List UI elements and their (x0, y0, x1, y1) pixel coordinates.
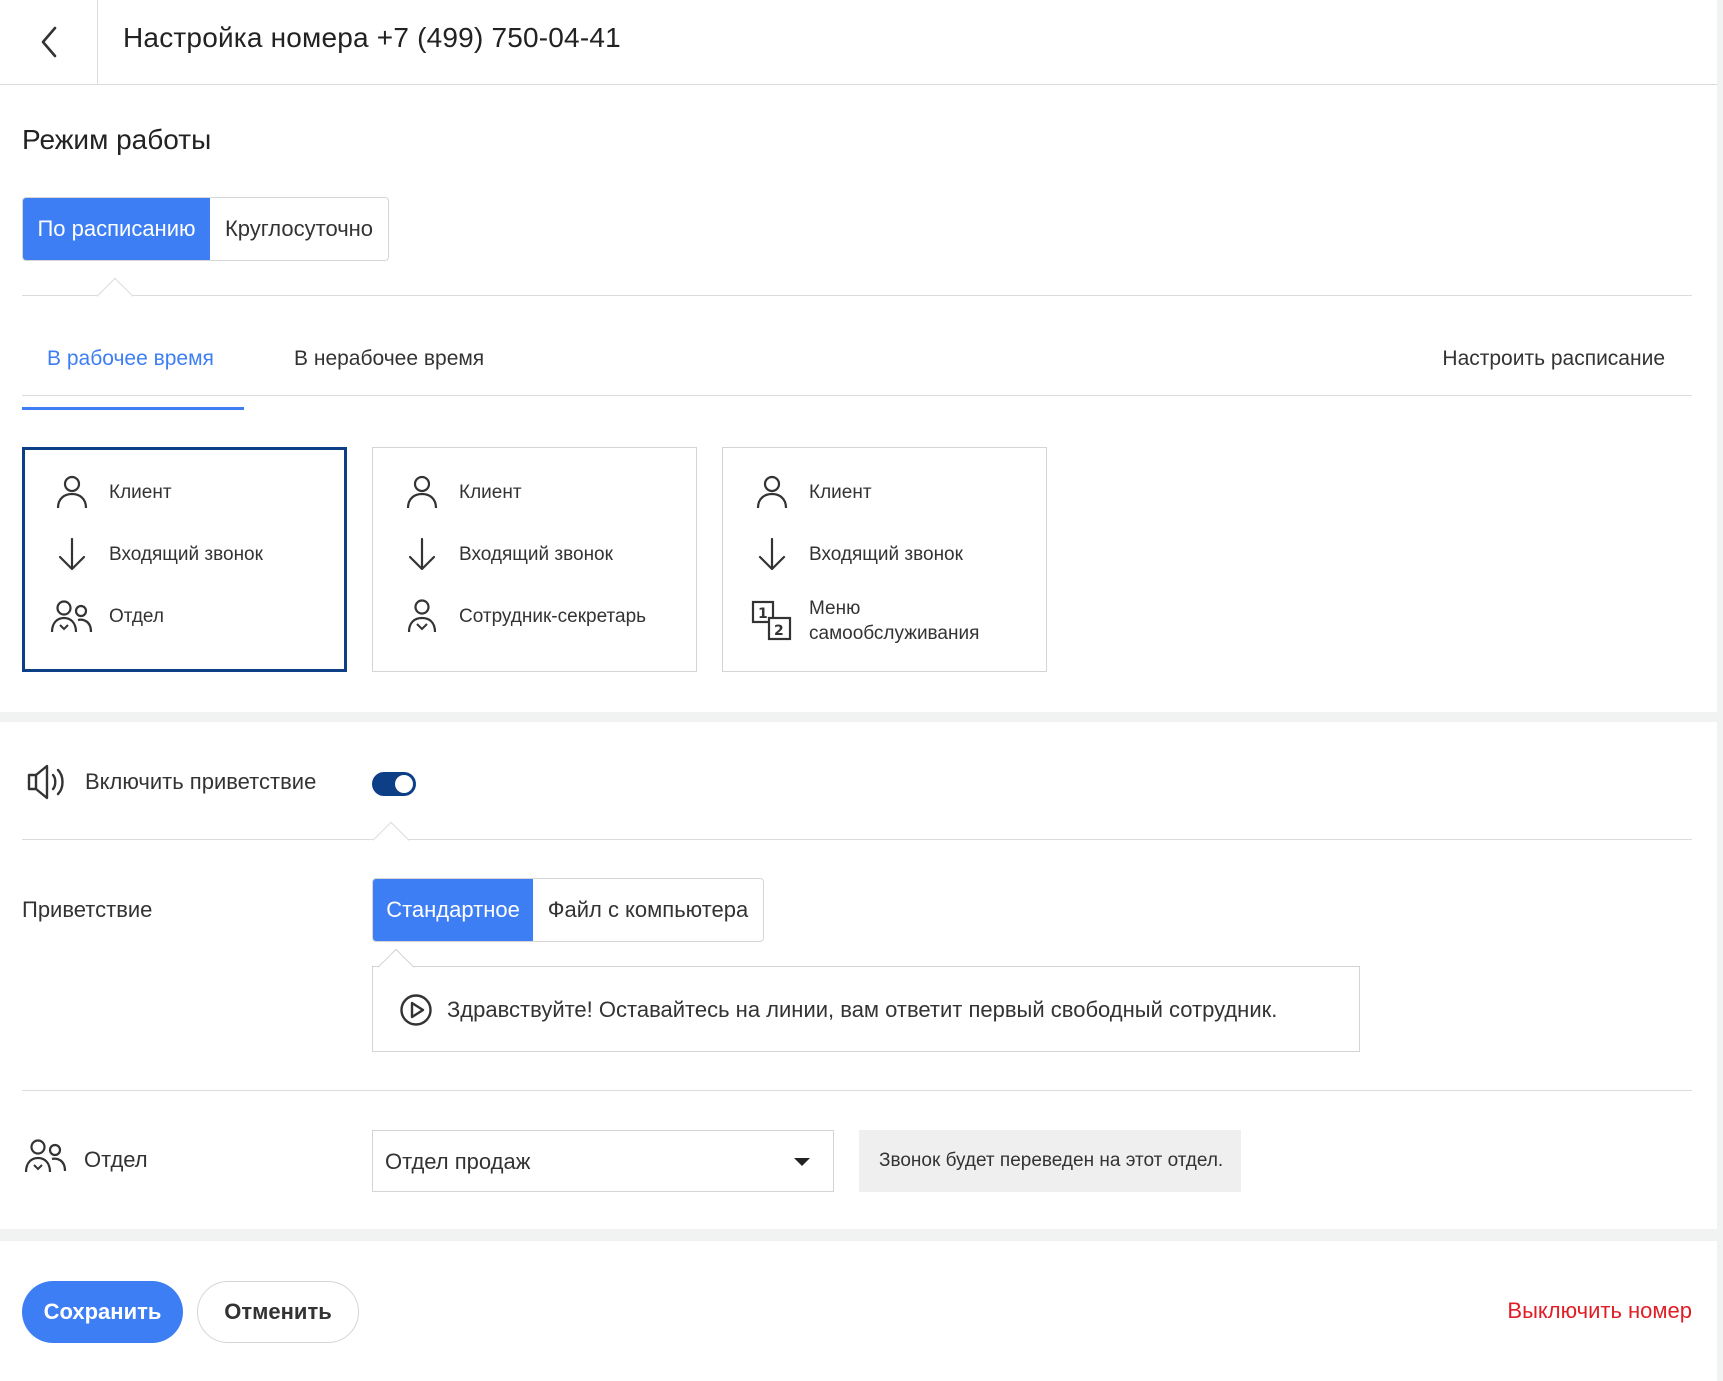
cancel-button[interactable]: Отменить (197, 1281, 359, 1343)
svg-text:2: 2 (774, 623, 784, 639)
greeting-toggle-label: Включить приветствие (85, 769, 317, 794)
department-select[interactable]: Отдел продаж (372, 1130, 834, 1192)
card-row-label: Клиент (809, 481, 872, 503)
card-row-label: Клиент (459, 481, 522, 503)
card-row-label: Меню самообслуживания (809, 596, 979, 646)
tab-non-working-hours[interactable]: В нерабочее время (294, 347, 484, 371)
save-button[interactable]: Сохранить (22, 1281, 183, 1343)
disable-number-button[interactable]: Выключить номер (1507, 1298, 1692, 1324)
greeting-section: Включить приветствие Приветствие Стандар… (0, 722, 1717, 1229)
toggle-knob (395, 775, 413, 793)
department-label: Отдел (84, 1147, 148, 1172)
card-row-client: Клиент (749, 472, 872, 512)
greeting-divider-notch (372, 821, 410, 859)
person-icon (749, 472, 795, 512)
department-select-value: Отдел продаж (385, 1149, 531, 1174)
card-row-label-line2: самообслуживания (809, 623, 980, 644)
card-row-client: Клиент (49, 472, 172, 512)
card-row-label: Входящий звонок (809, 543, 963, 565)
greeting-text: Здравствуйте! Оставайтесь на линии, вам … (447, 997, 1278, 1022)
speaker-icon (27, 764, 64, 800)
scenario-card-department[interactable]: Клиент Входящий звонок Отдел (22, 447, 347, 672)
mode-option-schedule[interactable]: По расписанию (23, 198, 210, 260)
group-icon (24, 1139, 67, 1173)
greeting-preview: Здравствуйте! Оставайтесь на линии, вам … (372, 966, 1360, 1052)
card-row-label: Входящий звонок (459, 543, 613, 565)
card-row-label: Отдел (109, 605, 164, 627)
configure-schedule-link[interactable]: Настроить расписание (1442, 347, 1665, 371)
page-title: Настройка номера +7 (499) 750-04-41 (123, 22, 621, 53)
footer-actions: Сохранить Отменить Выключить номер (0, 1241, 1717, 1381)
card-row-label: Сотрудник-секретарь (459, 605, 647, 627)
card-row-label: Клиент (109, 481, 172, 503)
mode-divider-notch (96, 277, 134, 315)
tabs-divider (22, 395, 1692, 396)
card-row-label: Входящий звонок (109, 543, 263, 565)
mode-divider (22, 295, 1692, 296)
arrow-down-icon (749, 534, 795, 574)
greeting-toggle-row: Включить приветствие (25, 762, 316, 802)
page: Настройка номера +7 (499) 750-04-41 Режи… (0, 0, 1717, 1381)
person-icon (49, 472, 95, 512)
card-row-label-line1: Меню (809, 598, 861, 619)
caret-down-icon (794, 1158, 810, 1166)
card-row-incoming-call: Входящий звонок (49, 534, 263, 574)
svg-text:1: 1 (758, 606, 768, 622)
play-icon[interactable] (399, 993, 433, 1027)
person-icon (399, 472, 445, 512)
work-mode-switch: По расписанию Круглосуточно (22, 197, 389, 261)
scenario-card-ivr-menu[interactable]: Клиент Входящий звонок 1 2 Меню самообсл… (722, 447, 1047, 672)
secretary-icon (399, 596, 445, 636)
greeting-divider (22, 839, 1692, 840)
arrow-down-icon (399, 534, 445, 574)
chevron-left-icon (41, 26, 56, 58)
card-row-ivr-menu: 1 2 Меню самообслуживания (749, 596, 979, 646)
menu-12-icon: 1 2 (749, 600, 795, 641)
work-mode-section: Режим работы По расписанию Круглосуточно… (0, 85, 1717, 712)
work-mode-title: Режим работы (22, 124, 212, 155)
tab-working-hours[interactable]: В рабочее время (47, 347, 214, 371)
greeting-toggle[interactable] (372, 772, 416, 796)
card-row-incoming-call: Входящий звонок (749, 534, 963, 574)
greeting-option-standard[interactable]: Стандартное (373, 879, 533, 941)
back-button[interactable] (0, 0, 98, 84)
active-tab-indicator (22, 407, 244, 410)
scenario-card-secretary[interactable]: Клиент Входящий звонок Сотрудник-секрета… (372, 447, 697, 672)
greeting-source-switch: Стандартное Файл с компьютера (372, 878, 764, 942)
arrow-down-icon (49, 534, 95, 574)
card-row-department: Отдел (49, 596, 164, 636)
department-divider (22, 1090, 1692, 1091)
greeting-title: Приветствие (22, 897, 153, 922)
department-hint: Звонок будет переведен на этот отдел. (859, 1130, 1241, 1192)
card-row-secretary: Сотрудник-секретарь (399, 596, 646, 636)
header: Настройка номера +7 (499) 750-04-41 (0, 0, 1717, 85)
card-row-incoming-call: Входящий звонок (399, 534, 613, 574)
greeting-option-file[interactable]: Файл с компьютера (533, 879, 763, 941)
group-icon (49, 596, 95, 636)
card-row-client: Клиент (399, 472, 522, 512)
mode-option-24h[interactable]: Круглосуточно (210, 198, 388, 260)
